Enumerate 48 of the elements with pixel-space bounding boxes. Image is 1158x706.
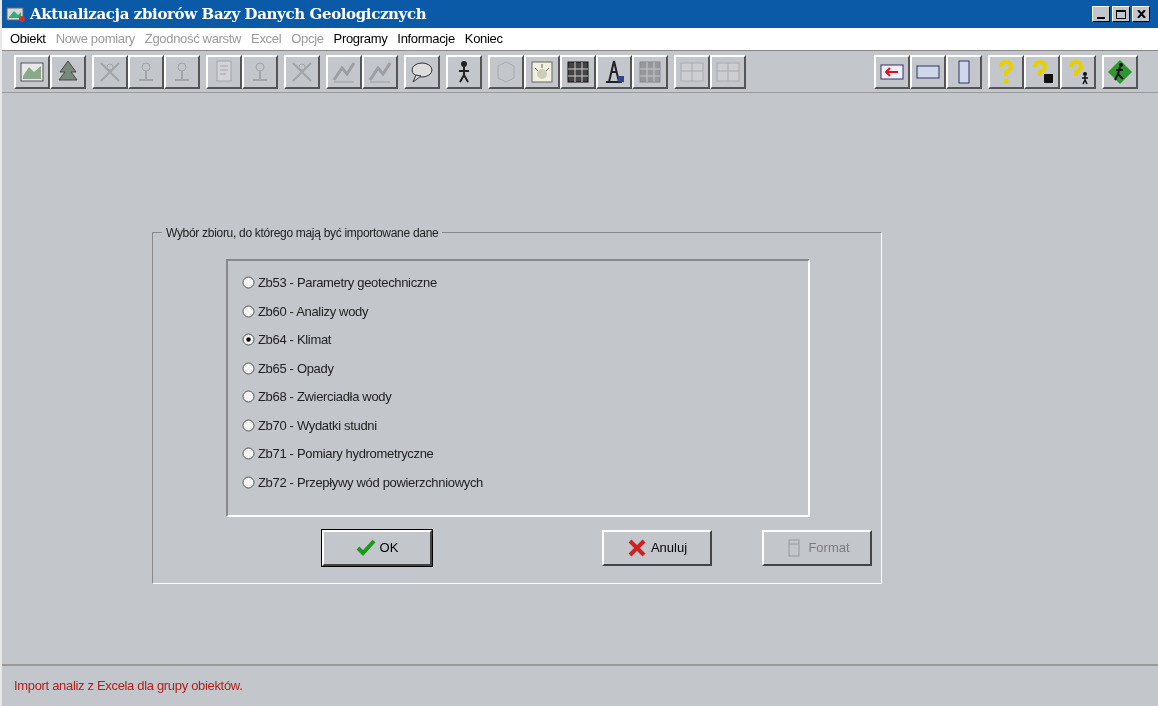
- close-button[interactable]: [1132, 6, 1150, 22]
- radio-button[interactable]: [242, 361, 255, 375]
- maximize-button[interactable]: [1112, 6, 1130, 22]
- radio-label[interactable]: Zb65 - Opady: [258, 358, 334, 378]
- toolbar-button[interactable]: [1060, 54, 1096, 89]
- menu-item[interactable]: Informacje: [397, 29, 455, 49]
- check-icon: [355, 538, 376, 558]
- radio-button[interactable]: [242, 304, 255, 318]
- app-icon: [6, 5, 26, 23]
- radio-button[interactable]: [242, 390, 255, 404]
- toolbar-button[interactable]: [946, 54, 982, 89]
- toolbar-button[interactable]: [524, 54, 560, 89]
- radio-label[interactable]: Zb71 - Pomiary hydrometryczne: [258, 444, 434, 464]
- toolbar-button[interactable]: [596, 54, 632, 89]
- window-title: Aktualizacja zbiorów Bazy Danych Geologicznych: [30, 3, 427, 25]
- radio-button[interactable]: [242, 447, 255, 461]
- exit-runner-icon: [1106, 57, 1134, 86]
- toolbar-button[interactable]: [404, 54, 440, 89]
- radio-button[interactable]: [242, 475, 255, 489]
- minimize-icon: [1097, 17, 1105, 19]
- radio-button[interactable]: [242, 418, 255, 432]
- radio-label[interactable]: Zb70 - Wydatki studni: [258, 415, 377, 435]
- toolbar-button[interactable]: [560, 54, 596, 89]
- menu-item[interactable]: Koniec: [464, 29, 503, 49]
- toolbar-button[interactable]: [988, 54, 1024, 89]
- minimize-button[interactable]: [1092, 6, 1110, 22]
- toolbar-button[interactable]: [1024, 54, 1060, 89]
- radio-label[interactable]: Zb64 - Klimat: [258, 330, 332, 350]
- ok-button[interactable]: OK: [322, 530, 432, 566]
- close-icon: [1136, 10, 1146, 18]
- radio-label[interactable]: Zb60 - Analizy wody: [258, 301, 369, 321]
- menu-item[interactable]: Programy: [333, 29, 388, 49]
- toolbar-button[interactable]: [1102, 54, 1138, 89]
- toolbar-button[interactable]: [910, 54, 946, 89]
- radio-label[interactable]: Zb72 - Przepływy wód powierzchniowych: [258, 472, 483, 492]
- maximize-icon: [1116, 9, 1126, 19]
- radio-label[interactable]: Zb53 - Parametry geotechniczne: [258, 273, 437, 293]
- radio-label[interactable]: Zb68 - Zwierciadła wody: [258, 387, 392, 407]
- status-text: Import analiz z Excela dla grupy obiektów.: [14, 677, 243, 696]
- cancel-button[interactable]: Anuluj: [602, 530, 712, 566]
- toolbar-button[interactable]: [874, 54, 910, 89]
- menu-item[interactable]: Obiekt: [10, 29, 46, 49]
- radio-button[interactable]: [242, 333, 255, 347]
- cross-icon: [626, 538, 647, 558]
- toolbar-button[interactable]: [50, 54, 86, 89]
- toolbar-button[interactable]: [446, 54, 482, 89]
- radio-button[interactable]: [242, 276, 255, 290]
- toolbar-button[interactable]: [14, 54, 50, 89]
